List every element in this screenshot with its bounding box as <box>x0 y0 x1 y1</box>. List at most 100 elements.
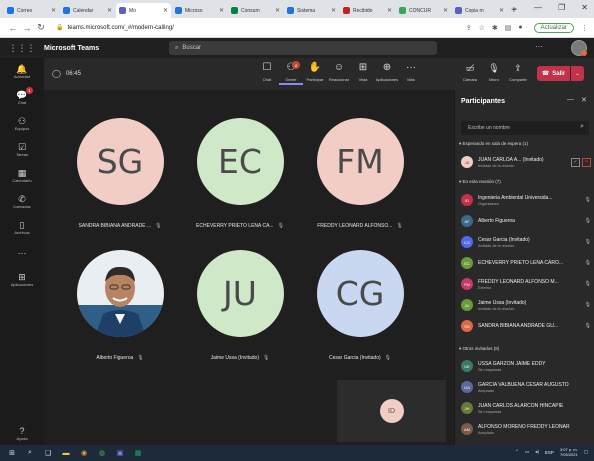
tray-chevron-icon[interactable]: ⌃ <box>515 449 519 455</box>
close-icon[interactable]: ✕ <box>275 7 280 14</box>
rail-item-help[interactable]: ? Ayuda <box>0 420 44 446</box>
maximize-icon[interactable]: ❐ <box>558 3 565 12</box>
rail-item-more[interactable]: ··· <box>0 240 44 266</box>
language-indicator[interactable]: ESP <box>545 450 554 455</box>
reading-list-icon[interactable]: ▤ <box>505 24 512 32</box>
toolbar-chat-button[interactable]: ☐ Chat <box>255 61 279 85</box>
browser-tab[interactable]: Mo ✕ <box>116 3 171 18</box>
participant-row[interactable]: SG SANDRA BIBIANA ANDRADE GU... 🎙 <box>461 316 591 336</box>
more-options-icon[interactable]: ··· <box>535 42 543 51</box>
participant-tile[interactable]: SG SANDRA BIBIANA ANDRADE ... 🎙 <box>60 118 180 229</box>
close-icon[interactable]: ✕ <box>443 7 448 14</box>
app-launcher-icon[interactable]: ⋮⋮⋮ <box>0 43 44 54</box>
participant-search-input[interactable]: Escribe un nombre ⌕ <box>461 121 589 135</box>
profile-icon[interactable]: ● <box>518 24 522 31</box>
file-explorer-icon[interactable]: ▬ <box>60 448 72 458</box>
section-others[interactable]: ▾ Otros invitados (8) <box>459 346 499 352</box>
participant-tile[interactable]: FM FREDDY LEONARD ALFONSO... 🎙 <box>300 118 420 229</box>
task-view-icon[interactable]: ❑ <box>42 448 54 458</box>
leave-options-chevron-icon[interactable]: ⌄ <box>571 66 584 81</box>
reject-icon[interactable]: ✕ <box>582 157 591 167</box>
rail-item-llamadas[interactable]: ✆ Llamadas <box>0 188 44 214</box>
toolbar-gente-button[interactable]: ⚇ Gente 8 <box>279 61 303 85</box>
toolbar-reaccionar-button[interactable]: ☺ Reaccionar <box>327 61 351 85</box>
participant-tile[interactable]: JU Jaime Ussa (Invitado) 🎙 <box>180 250 300 361</box>
close-icon[interactable]: ✕ <box>107 7 112 14</box>
participant-row[interactable]: UE USSA GARZON JAIME EDDY Sin respuesta <box>461 356 591 376</box>
browser-tab[interactable]: Recibido ✕ <box>340 3 395 18</box>
browser-tab[interactable]: Microso ✕ <box>172 3 227 18</box>
volume-icon[interactable]: ◂) <box>535 449 539 455</box>
control-micro-button[interactable]: 🎙 Micro <box>482 61 506 82</box>
self-view[interactable]: ID <box>337 380 446 442</box>
close-panel-icon[interactable]: ✕ <box>581 96 587 104</box>
tab-search-icon[interactable]: ⌄ <box>511 3 518 12</box>
network-icon[interactable]: ▭ <box>525 449 529 455</box>
accept-icon[interactable]: ✓ <box>571 157 580 167</box>
control-cámara-button[interactable]: ▭̸ Cámara <box>458 61 482 82</box>
rail-item-equipos[interactable]: ⚇ Equipos <box>0 110 44 136</box>
url-field[interactable]: 🔒 teams.microsoft.com/_#/modern-calling/ <box>56 24 466 32</box>
close-icon[interactable]: ✕ <box>163 7 168 14</box>
toolbar-participar-button[interactable]: ✋ Participar <box>303 61 327 85</box>
browser-tab[interactable]: Sistema ✕ <box>284 3 339 18</box>
close-icon[interactable]: ✕ <box>581 3 588 12</box>
minimize-panel-icon[interactable]: — <box>567 96 574 103</box>
close-icon[interactable]: ✕ <box>331 7 336 14</box>
participant-row[interactable]: AM ALFONSO MORENO FREDDY LEONAR Aceptado <box>461 419 591 439</box>
section-waiting[interactable]: ▾ Esperando en sala de espera (1) <box>459 141 528 147</box>
control-compartir-button[interactable]: ⇪ Compartir <box>506 61 530 82</box>
back-icon[interactable]: ← <box>6 23 20 33</box>
participant-row[interactable]: CG Cesar Garcia (Invitado) Invitado de la … <box>461 232 591 252</box>
participant-row[interactable]: AF Alberto Figueroa 🎙 <box>461 211 591 231</box>
participant-row[interactable]: EC ECHEVERRY PRIETO LENA CARO... 🎙 <box>461 253 591 273</box>
toolbar-aplicaciones-button[interactable]: ⊕ Aplicaciones <box>375 61 399 85</box>
search-input[interactable]: ⌕ Buscar <box>169 41 437 55</box>
rail-item-archivos[interactable]: ▯ Archivos <box>0 214 44 240</box>
browser-menu-icon[interactable]: ⋮ <box>581 24 588 32</box>
leave-button[interactable]: ☎ Salir <box>537 66 570 81</box>
participant-tile[interactable]: EC ECHEVERRY PRIETO LENA CA... 🎙 <box>180 118 300 229</box>
close-icon[interactable]: ✕ <box>51 7 56 14</box>
forward-icon[interactable]: → <box>20 23 34 33</box>
close-icon[interactable]: ✕ <box>219 7 224 14</box>
rail-item-actividad[interactable]: 🔔 Actividad <box>0 58 44 84</box>
chrome-taskbar-icon[interactable]: ◍ <box>96 448 108 458</box>
browser-tab[interactable]: Copia m ✕ <box>452 3 507 18</box>
excel-taskbar-icon[interactable]: ▦ <box>132 448 144 458</box>
update-button[interactable]: Actualizar <box>533 22 574 33</box>
participant-tile[interactable]: Alberto Figueroa 🎙 <box>60 250 180 361</box>
rail-item-calendario[interactable]: ▦ Calendario <box>0 162 44 188</box>
close-icon[interactable]: ✕ <box>499 7 504 14</box>
minimize-icon[interactable]: — <box>534 3 542 12</box>
rail-item-chat[interactable]: 💬 Chat 1 <box>0 84 44 110</box>
browser-tab[interactable]: CONCUR ✕ <box>396 3 451 18</box>
participant-tile[interactable]: CG Cesar Garcia (Invitado) 🎙 <box>300 250 420 361</box>
section-in-meeting[interactable]: ▾ En esta reunión (7) <box>459 179 501 185</box>
participant-row[interactable]: ID Ingenieria Ambiental Universida... Orga… <box>461 190 591 210</box>
extensions-icon[interactable]: ✱ <box>492 24 498 32</box>
clock[interactable]: 3:07 p. m. 7/05/2021 <box>560 447 578 457</box>
participant-row[interactable]: JH JUAN CARLOS ALARCON HINCAPIE Sin respue… <box>461 398 591 418</box>
reload-icon[interactable]: ↻ <box>34 22 48 33</box>
rail-item-aplicaciones[interactable]: ⊞ Aplicaciones <box>0 266 44 292</box>
close-icon[interactable]: ✕ <box>387 7 392 14</box>
search-icon[interactable]: ⌕ <box>24 448 36 458</box>
share-page-icon[interactable]: ⇪ <box>466 24 472 32</box>
participant-row[interactable]: GA GARCIA VALBUENA CESAR AUGUSTO Aceptado <box>461 377 591 397</box>
start-icon[interactable]: ⊞ <box>6 448 18 458</box>
browser-taskbar-icon[interactable]: ◉ <box>78 448 90 458</box>
participant-row[interactable]: JA JUAN CARLOA A... (Invitado) Invitado de… <box>461 152 591 172</box>
user-avatar[interactable] <box>571 40 587 56</box>
browser-tab[interactable]: Consum ✕ <box>228 3 283 18</box>
rail-item-tareas[interactable]: ☑ Tareas <box>0 136 44 162</box>
browser-tab[interactable]: Calendar ✕ <box>60 3 115 18</box>
toolbar-vista-button[interactable]: ⊞ Vista <box>351 61 375 85</box>
notifications-icon[interactable]: ▢ <box>584 449 588 455</box>
teams-taskbar-icon[interactable]: ▣ <box>114 448 126 458</box>
toolbar-más-button[interactable]: ··· Más <box>399 61 423 85</box>
browser-tab[interactable]: Correo ✕ <box>4 3 59 18</box>
bookmark-star-icon[interactable]: ☆ <box>479 24 485 32</box>
participant-row[interactable]: JU Jaime Ussa (Invitado) Invitado de la re… <box>461 295 591 315</box>
participant-row[interactable]: FM FREDDY LEONARD ALFONSO M... Externo 🎙 <box>461 274 591 294</box>
